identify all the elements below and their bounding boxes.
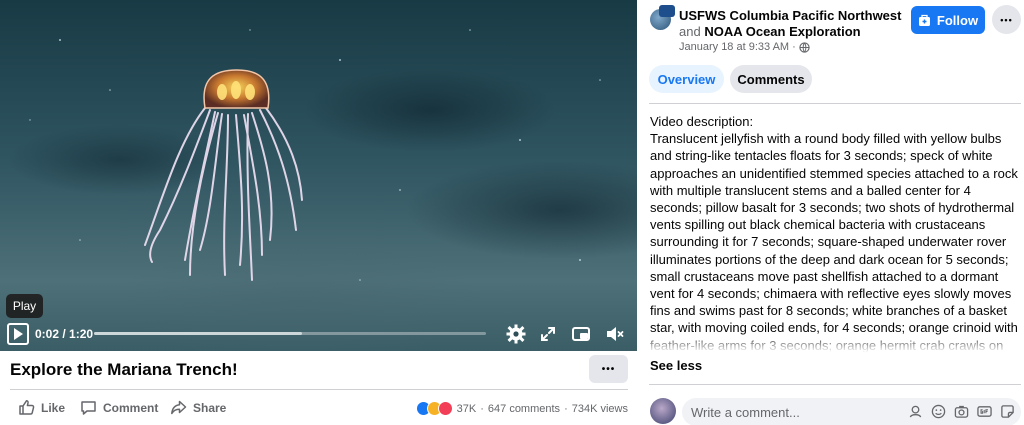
camera-icon[interactable] (954, 404, 969, 419)
comment-button[interactable]: Comment (80, 399, 158, 416)
like-button[interactable]: Like (18, 399, 65, 416)
divider (649, 103, 1021, 104)
settings-gear-icon[interactable] (506, 324, 526, 344)
meta-separator: · (792, 41, 796, 53)
tab-overview[interactable]: Overview (649, 65, 724, 93)
video-controls: 0:02 / 1:20 (0, 318, 637, 348)
play-button[interactable] (7, 323, 29, 345)
tab-comments[interactable]: Comments (730, 65, 812, 93)
author-conjunction: and (679, 24, 701, 39)
comment-bubble-icon (81, 401, 96, 415)
play-tooltip: Play (6, 294, 43, 318)
picture-in-picture-icon[interactable] (571, 324, 591, 344)
comment-input[interactable]: Write a comment... (682, 398, 1021, 425)
emoji-icon[interactable] (931, 404, 946, 419)
post-authors: USFWS Columbia Pacific Northwest and NOA… (679, 8, 904, 40)
play-icon (14, 328, 23, 340)
volume-muted-icon[interactable] (605, 324, 625, 344)
more-options-icon: ••• (601, 363, 616, 375)
sticker-icon[interactable] (1000, 404, 1015, 419)
like-label: Like (41, 400, 66, 415)
jellyfish-video-frame (29, 29, 601, 281)
share-button[interactable]: Share (170, 399, 226, 416)
author-link-noaa[interactable]: NOAA Ocean Exploration (704, 24, 860, 39)
description-heading: Video description: (650, 114, 754, 129)
globe-icon (799, 41, 810, 53)
video-player[interactable]: Play 0:02 / 1:20 (0, 0, 637, 351)
description-text: Translucent jellyfish with a round body … (650, 131, 1018, 352)
video-buffer-bar (94, 332, 302, 335)
share-label: Share (193, 400, 227, 415)
stats-separator: · (480, 402, 484, 415)
video-scrubber[interactable] (94, 332, 486, 335)
video-time: 0:02 / 1:20 (35, 327, 94, 341)
fullscreen-icon[interactable] (538, 324, 558, 344)
share-arrow-icon (171, 400, 187, 415)
stats-separator: · (564, 402, 568, 415)
comment-count[interactable]: 647 comments (488, 403, 560, 415)
page-avatar-secondary[interactable] (659, 5, 675, 17)
comment-label: Comment (103, 400, 159, 415)
author-link-usfws[interactable]: USFWS Columbia Pacific Northwest (679, 8, 901, 23)
post-more-options-button[interactable]: ••• (992, 5, 1021, 34)
view-count: 734K views (571, 402, 628, 415)
divider (10, 389, 628, 390)
follow-button[interactable]: Follow (911, 6, 985, 34)
see-less-link[interactable]: See less (650, 358, 702, 373)
love-reaction-icon (437, 401, 453, 416)
description-fade (649, 332, 1021, 356)
follow-page-icon (918, 14, 930, 26)
video-title: Explore the Mariana Trench! (10, 360, 238, 379)
avatar-sticker-icon[interactable] (908, 404, 923, 419)
engagement-stats: 37K · 647 comments · 734K views (415, 401, 628, 416)
post-meta: January 18 at 9:33 AM · (679, 41, 810, 53)
user-avatar[interactable] (650, 398, 676, 424)
reaction-count[interactable]: 37K (457, 403, 477, 415)
video-description: Video description: Translucent jellyfish… (650, 113, 1022, 354)
comment-placeholder: Write a comment... (691, 405, 800, 420)
divider (649, 384, 1021, 385)
reaction-icons[interactable] (415, 401, 453, 416)
thumbs-up-icon (19, 400, 35, 415)
more-options-icon: ••• (1000, 14, 1013, 25)
follow-label: Follow (936, 12, 979, 28)
post-panel: USFWS Columbia Pacific Northwest and NOA… (637, 0, 1024, 425)
post-date[interactable]: January 18 at 9:33 AM (679, 41, 789, 53)
video-more-options-button[interactable]: ••• (589, 355, 628, 383)
gif-icon[interactable] (977, 404, 992, 419)
